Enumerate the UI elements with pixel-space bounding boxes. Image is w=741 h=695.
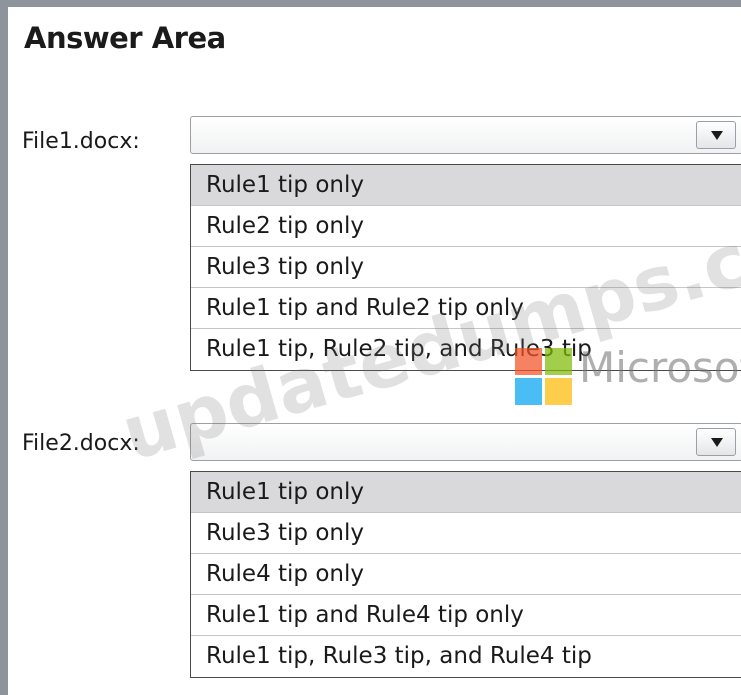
file2-options-list: Rule1 tip only Rule3 tip only Rule4 tip … xyxy=(190,471,741,678)
file1-option-2[interactable]: Rule2 tip only xyxy=(191,206,741,247)
file2-option-5[interactable]: Rule1 tip, Rule3 tip, and Rule4 tip xyxy=(191,636,741,677)
page-title: Answer Area xyxy=(24,21,226,55)
file2-option-4[interactable]: Rule1 tip and Rule4 tip only xyxy=(191,595,741,636)
file2-option-1[interactable]: Rule1 tip only xyxy=(191,472,741,513)
file2-dropdown-button[interactable] xyxy=(696,428,736,456)
file1-option-5[interactable]: Rule1 tip, Rule2 tip, and Rule3 tip xyxy=(191,329,741,370)
file1-option-4[interactable]: Rule1 tip and Rule2 tip only xyxy=(191,288,741,329)
file2-option-3[interactable]: Rule4 tip only xyxy=(191,554,741,595)
chevron-down-icon xyxy=(711,438,723,447)
file1-dropdown[interactable] xyxy=(190,116,741,154)
file1-dropdown-button[interactable] xyxy=(696,121,736,149)
file1-option-3[interactable]: Rule3 tip only xyxy=(191,247,741,288)
file1-options-list: Rule1 tip only Rule2 tip only Rule3 tip … xyxy=(190,164,741,371)
file1-option-1[interactable]: Rule1 tip only xyxy=(191,165,741,206)
chevron-down-icon xyxy=(711,131,723,140)
file2-option-2[interactable]: Rule3 tip only xyxy=(191,513,741,554)
answer-area-panel: Answer Area File1.docx: Rule1 tip only R… xyxy=(0,0,741,695)
file2-dropdown[interactable] xyxy=(190,423,741,461)
file1-label: File1.docx: xyxy=(22,129,140,154)
file2-label: File2.docx: xyxy=(22,431,140,456)
